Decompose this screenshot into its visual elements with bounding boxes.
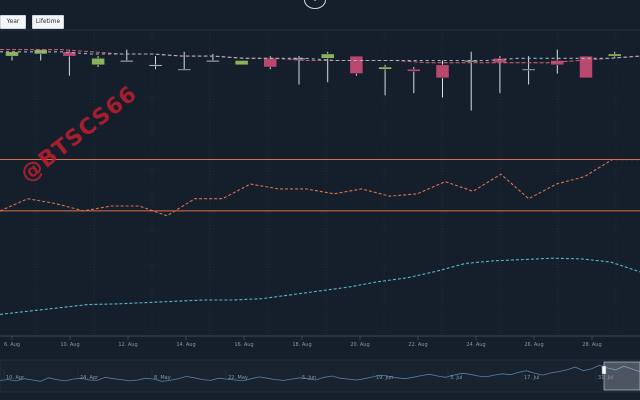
x-tick-label: 24. Aug	[466, 342, 485, 348]
rsi-band-lines	[0, 159, 640, 212]
x-tick-label: 6. Aug	[4, 342, 20, 348]
x-tick-label: 12. Aug	[118, 342, 137, 348]
navigator-label: 5. Jun	[302, 375, 316, 381]
candle-body	[5, 51, 19, 57]
candle-body	[234, 60, 249, 66]
stock-chart: 6. Aug 10. Aug 12. Aug 14. Aug 16. Aug 18. Au…	[0, 29, 640, 393]
x-tick-label: 18. Aug	[292, 342, 311, 348]
indicator-line	[0, 257, 640, 315]
navigator-label: 10. Apr	[6, 375, 25, 381]
x-tick-label: 10. Aug	[60, 342, 79, 348]
candle-body	[206, 60, 220, 62]
candle-body	[349, 55, 364, 74]
x-tick-label: 14. Aug	[176, 342, 195, 348]
navigator-handle	[601, 365, 607, 375]
x-tick-label: 26. Aug	[524, 342, 543, 348]
navigator: 10. Apr 24. Apr 8. May 22. May 5. Jun 19. Jun…	[0, 359, 640, 393]
navigator-label: 17. Jul	[524, 375, 540, 381]
candle-body	[608, 53, 622, 57]
x-tick-label: 20. Aug	[350, 342, 369, 348]
candle-body	[521, 68, 536, 71]
candle-body	[91, 58, 105, 66]
navigator-label: 8. May	[154, 375, 171, 381]
candle-body	[148, 64, 163, 67]
candle-body	[321, 53, 335, 59]
navigator-label: 3. Jul	[450, 375, 462, 381]
candle-body	[378, 66, 392, 70]
candle-body	[120, 60, 134, 62]
candle-body	[177, 68, 191, 71]
x-axis-ticks: 6. Aug 10. Aug 12. Aug 14. Aug 16. Aug 18. Au…	[4, 336, 602, 348]
x-tick-label: 22. Aug	[408, 342, 427, 348]
navigator-label: 31. Jul	[598, 375, 614, 381]
indicator-series	[0, 257, 640, 315]
candle-body	[407, 68, 421, 72]
chart-grid	[0, 29, 640, 337]
navigator-label: 24. Apr	[80, 375, 99, 381]
x-tick-label: 16. Aug	[234, 342, 253, 348]
candle-body	[435, 64, 450, 79]
candle-body	[263, 58, 277, 68]
navigator-label: 19. Jun	[376, 375, 393, 381]
x-tick-label: 28. Aug	[582, 342, 601, 348]
navigator-label: 22. May	[228, 375, 248, 381]
